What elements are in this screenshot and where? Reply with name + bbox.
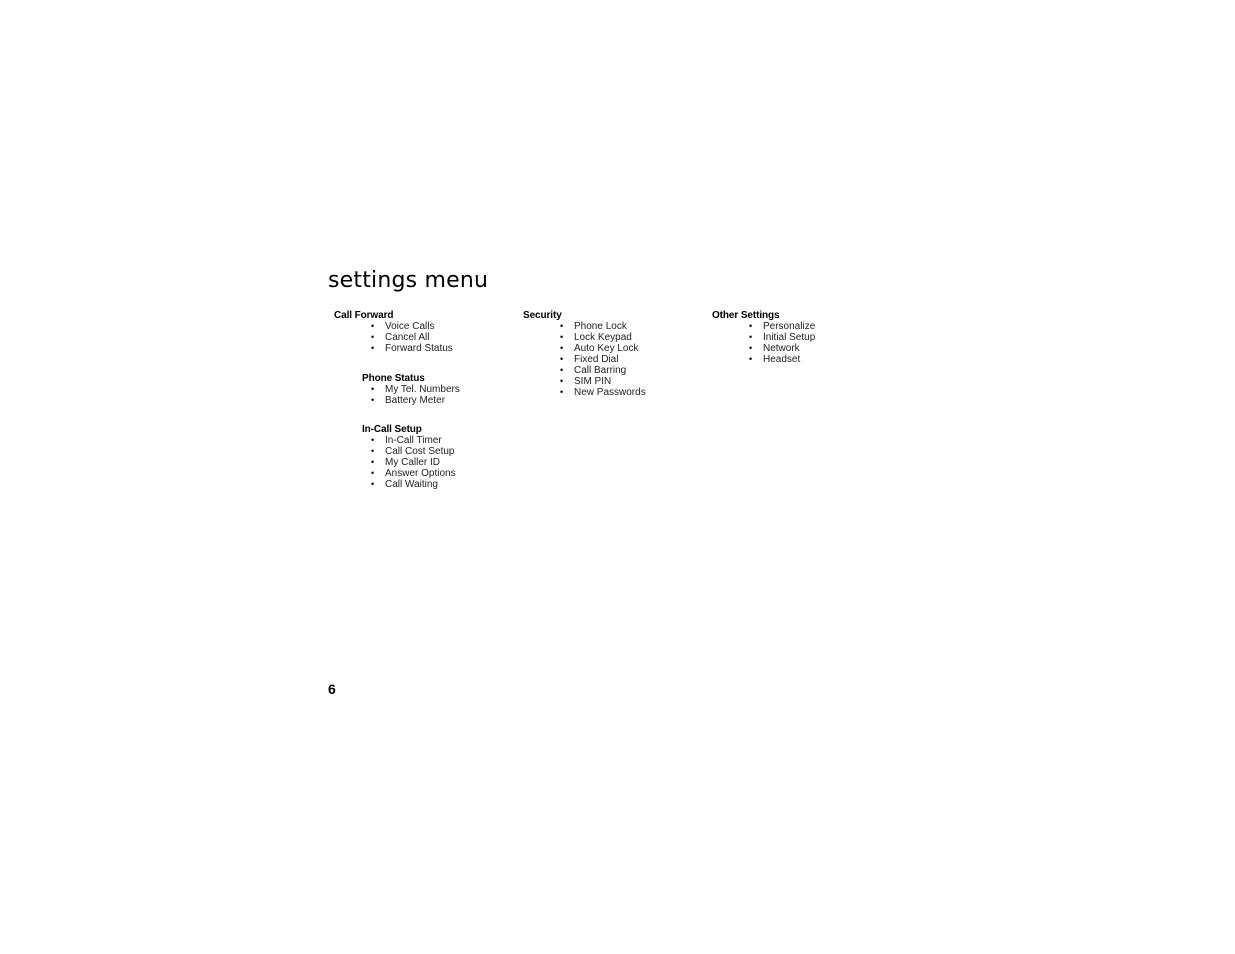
list-item: • Fixed Dial bbox=[560, 354, 646, 365]
item-label: In-Call Timer bbox=[385, 435, 442, 446]
bullet-icon: • bbox=[560, 343, 564, 353]
group-heading: Security bbox=[523, 310, 562, 321]
item-label: Call Cost Setup bbox=[385, 446, 455, 457]
item-label: Personalize bbox=[763, 321, 816, 332]
list-item: • Network bbox=[749, 343, 815, 354]
item-label: Auto Key Lock bbox=[574, 343, 639, 354]
bullet-icon: • bbox=[371, 343, 375, 353]
item-label: Fixed Dial bbox=[574, 354, 619, 365]
list-item: • Call Cost Setup bbox=[371, 446, 456, 457]
item-label: Cancel All bbox=[385, 332, 430, 343]
list-item: • Answer Options bbox=[371, 468, 456, 479]
item-label: Battery Meter bbox=[385, 395, 446, 406]
bullet-icon: • bbox=[749, 343, 753, 353]
item-label: Call Waiting bbox=[385, 479, 438, 490]
bullet-icon: • bbox=[371, 479, 375, 489]
list-item: • Personalize bbox=[749, 321, 815, 332]
item-label: Network bbox=[763, 343, 800, 354]
bullet-icon: • bbox=[371, 446, 375, 456]
bullet-icon: • bbox=[371, 384, 375, 394]
item-label: Forward Status bbox=[385, 343, 453, 354]
list-item: • New Passwords bbox=[560, 387, 646, 398]
list-item: • Voice Calls bbox=[371, 321, 453, 332]
group-heading: Other Settings bbox=[712, 310, 780, 321]
list-item: • Battery Meter bbox=[371, 395, 460, 406]
item-label: Headset bbox=[763, 354, 801, 365]
item-label: Lock Keypad bbox=[574, 332, 632, 343]
list-item: • Headset bbox=[749, 354, 815, 365]
item-label: New Passwords bbox=[574, 387, 646, 398]
list-item: • My Tel. Numbers bbox=[371, 384, 460, 395]
bullet-icon: • bbox=[371, 435, 375, 445]
item-list: • Voice Calls • Cancel All • Forward Status bbox=[371, 321, 453, 354]
menu-group-in-call-setup: In-Call Setup • In-Call Timer • Call Cost … bbox=[362, 424, 456, 490]
item-list: • In-Call Timer • Call Cost Setup • My Call… bbox=[371, 435, 456, 490]
page-title: settings menu bbox=[328, 268, 489, 293]
bullet-icon: • bbox=[371, 395, 375, 405]
list-item: • Call Barring bbox=[560, 365, 646, 376]
bullet-icon: • bbox=[749, 354, 753, 364]
item-label: My Caller ID bbox=[385, 457, 441, 468]
bullet-icon: • bbox=[371, 321, 375, 331]
bullet-icon: • bbox=[560, 332, 564, 342]
list-item: • Initial Setup bbox=[749, 332, 815, 343]
list-item: • Forward Status bbox=[371, 343, 453, 354]
group-heading: In-Call Setup bbox=[362, 424, 422, 435]
list-item: • Phone Lock bbox=[560, 321, 646, 332]
menu-group-other-settings: Other Settings • Personalize • Initial Set… bbox=[712, 310, 815, 365]
item-list: • My Tel. Numbers • Battery Meter bbox=[371, 384, 460, 406]
bullet-icon: • bbox=[560, 387, 564, 397]
item-label: Phone Lock bbox=[574, 321, 627, 332]
item-list: • Personalize • Initial Setup • Network • He… bbox=[749, 321, 815, 365]
bullet-icon: • bbox=[560, 321, 564, 331]
bullet-icon: • bbox=[749, 332, 753, 342]
bullet-icon: • bbox=[371, 468, 375, 478]
item-label: Answer Options bbox=[385, 468, 456, 479]
list-item: • My Caller ID bbox=[371, 457, 456, 468]
bullet-icon: • bbox=[371, 457, 375, 467]
item-label: My Tel. Numbers bbox=[385, 384, 460, 395]
bullet-icon: • bbox=[560, 376, 564, 386]
page-number: 6 bbox=[328, 681, 336, 697]
menu-group-security: Security • Phone Lock • Lock Keypad • Auto … bbox=[523, 310, 646, 398]
item-label: Initial Setup bbox=[763, 332, 816, 343]
list-item: • SIM PIN bbox=[560, 376, 646, 387]
item-label: SIM PIN bbox=[574, 376, 612, 387]
menu-group-phone-status: Phone Status • My Tel. Numbers • Battery M… bbox=[362, 373, 460, 406]
item-label: Voice Calls bbox=[385, 321, 435, 332]
item-list: • Phone Lock • Lock Keypad • Auto Key Lock … bbox=[560, 321, 646, 398]
list-item: • Call Waiting bbox=[371, 479, 456, 490]
menu-group-call-forward: Call Forward • Voice Calls • Cancel All • F… bbox=[334, 310, 453, 354]
item-label: Call Barring bbox=[574, 365, 627, 376]
list-item: • Lock Keypad bbox=[560, 332, 646, 343]
list-item: • Cancel All bbox=[371, 332, 453, 343]
list-item: • In-Call Timer bbox=[371, 435, 456, 446]
group-heading: Phone Status bbox=[362, 373, 425, 384]
bullet-icon: • bbox=[371, 332, 375, 342]
list-item: • Auto Key Lock bbox=[560, 343, 646, 354]
bullet-icon: • bbox=[749, 321, 753, 331]
group-heading: Call Forward bbox=[334, 310, 394, 321]
bullet-icon: • bbox=[560, 354, 564, 364]
bullet-icon: • bbox=[560, 365, 564, 375]
